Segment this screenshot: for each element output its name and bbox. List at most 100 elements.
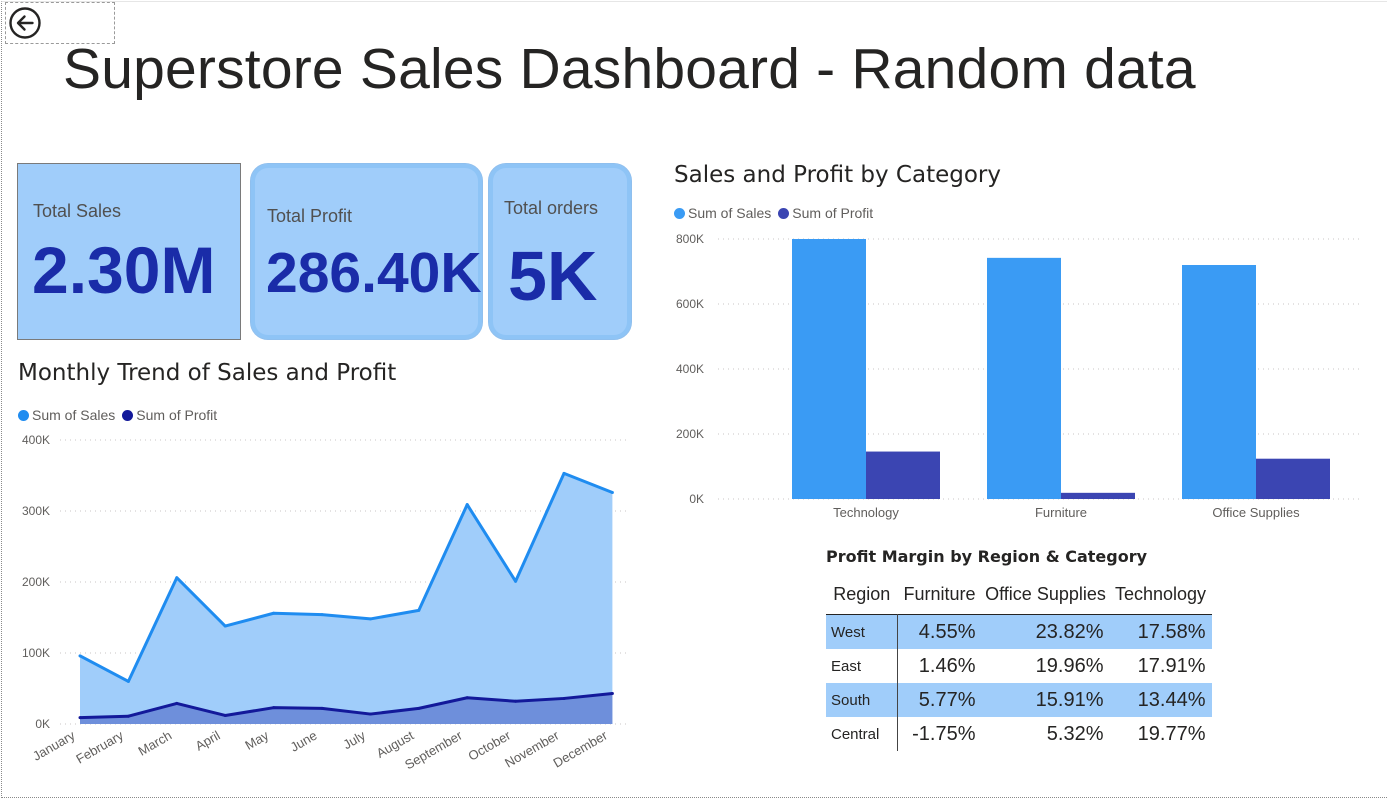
profit-point [78, 716, 82, 720]
table-cell: 13.44% [1109, 683, 1212, 717]
column-header[interactable]: Technology [1110, 574, 1212, 615]
sales-point [175, 576, 179, 580]
bar-sales [1182, 265, 1256, 499]
legend-label: Sum of Profit [792, 205, 874, 221]
table-row[interactable]: West 4.55% 23.82% 17.58% [826, 614, 1212, 649]
y-tick-label: 400K [676, 362, 704, 376]
kpi-label: Total Profit [267, 206, 353, 226]
column-header[interactable]: Furniture [898, 574, 982, 615]
table-header-row: Region Furniture Office Supplies Technol… [826, 574, 1212, 615]
legend-dot [18, 409, 29, 421]
bar-profit [1256, 458, 1330, 499]
profit-point [610, 691, 614, 695]
table-cell: 5.32% [1046, 722, 1104, 745]
x-tick-label: February [73, 727, 126, 766]
y-tick-label: 0K [689, 492, 704, 506]
profit-point [417, 706, 421, 710]
profit-margin-table[interactable]: Region Furniture Office Supplies Technol… [826, 574, 1212, 751]
column-header[interactable]: Region [826, 574, 898, 615]
legend-item-sales[interactable]: Sum of Sales [674, 205, 771, 221]
table-row[interactable]: Central -1.75% 5.32% 19.77% [826, 717, 1212, 751]
page-title: Superstore Sales Dashboard - Random data [63, 37, 1196, 101]
legend-dot [674, 207, 685, 219]
table-cell: 23.82% [981, 614, 1110, 649]
sales-point [610, 491, 614, 495]
profit-margin-title: Profit Margin by Region & Category [826, 547, 1148, 566]
category-bar-chart[interactable]: 0K 200K 400K 600K 800K Technology Furniture Off… [660, 225, 1380, 530]
bar-sales [987, 257, 1061, 499]
region-cell: East [826, 649, 898, 683]
y-tick-label: 600K [676, 297, 704, 311]
legend-item-profit[interactable]: Sum of Profit [778, 205, 873, 221]
y-tick-label: 400K [22, 433, 50, 447]
profit-point [175, 701, 179, 705]
x-tick-label: Furniture [1035, 505, 1087, 520]
x-tick-label: March [136, 728, 175, 759]
back-arrow-icon[interactable] [8, 6, 42, 40]
x-tick-label: January [30, 727, 78, 763]
legend-item-sales[interactable]: Sum of Sales [18, 407, 115, 423]
sales-point [562, 471, 566, 475]
table-row[interactable]: South 5.77% 15.91% 13.44% [826, 683, 1212, 717]
x-tick-label: June [288, 728, 320, 755]
sales-point [320, 613, 324, 617]
category-chart-title: Sales and Profit by Category [674, 162, 1001, 188]
kpi-card-total-orders[interactable]: Total orders 5K [488, 163, 632, 340]
x-tick-label: December [550, 727, 610, 770]
legend-label: Sum of Sales [32, 407, 116, 423]
sales-point [417, 608, 421, 612]
monthly-trend-legend[interactable]: Sum of Sales Sum of Profit [18, 407, 224, 423]
region-cell: West [826, 614, 898, 649]
kpi-card-total-profit[interactable]: Total Profit 286.40K [250, 163, 483, 340]
sales-point [514, 579, 518, 583]
x-tick-label: Technology [833, 505, 899, 520]
kpi-value: 2.30M [32, 233, 216, 307]
profit-point [465, 696, 469, 700]
legend-label: Sum of Profit [136, 407, 218, 423]
table-cell: 19.77% [1137, 722, 1206, 745]
table-cell: 19.96% [1035, 654, 1104, 677]
kpi-card-total-sales[interactable]: Total Sales 2.30M [17, 163, 241, 340]
profit-point [514, 699, 518, 703]
table-cell: 15.91% [981, 683, 1110, 717]
sales-point [223, 624, 227, 628]
legend-item-profit[interactable]: Sum of Profit [122, 407, 217, 423]
bar-sales [792, 239, 866, 499]
sales-point [78, 654, 82, 658]
category-chart-legend[interactable]: Sum of Sales Sum of Profit [674, 205, 880, 221]
table-cell: -1.75% [912, 722, 976, 745]
profit-point [223, 713, 227, 717]
profit-point [320, 706, 324, 710]
region-cell: South [826, 683, 898, 717]
x-tick-label: July [340, 727, 368, 752]
bar-profit [866, 451, 940, 499]
table-cell: 5.77% [897, 683, 982, 717]
kpi-value: 5K [508, 237, 598, 315]
x-tick-label: May [242, 727, 271, 753]
x-tick-label: Office Supplies [1212, 505, 1300, 520]
table-row[interactable]: East 1.46% 19.96% 17.91% [826, 649, 1212, 683]
y-tick-label: 0K [35, 717, 50, 731]
profit-point [368, 712, 372, 716]
profit-point [272, 706, 276, 710]
table-cell: 17.91% [1137, 654, 1206, 677]
monthly-trend-chart[interactable]: 0K 100K 200K 300K 400K JanuaryFebruary March Ap… [0, 425, 640, 795]
sales-point [126, 679, 130, 683]
column-header[interactable]: Office Supplies [982, 574, 1110, 615]
table-cell: 4.55% [897, 614, 982, 649]
region-cell: Central [826, 717, 898, 751]
monthly-trend-title: Monthly Trend of Sales and Profit [18, 360, 397, 386]
sales-area [80, 473, 613, 724]
kpi-label: Total Sales [33, 201, 122, 221]
bar-profit [1061, 492, 1135, 499]
y-tick-label: 200K [22, 575, 50, 589]
kpi-value: 286.40K [266, 241, 482, 305]
sales-point [272, 611, 276, 615]
legend-dot [122, 409, 134, 421]
sales-point [465, 503, 469, 507]
sales-point [368, 617, 372, 621]
y-tick-label: 800K [676, 232, 704, 246]
kpi-label: Total orders [504, 198, 599, 218]
table-cell: 17.58% [1109, 614, 1212, 649]
legend-label: Sum of Sales [688, 205, 772, 221]
